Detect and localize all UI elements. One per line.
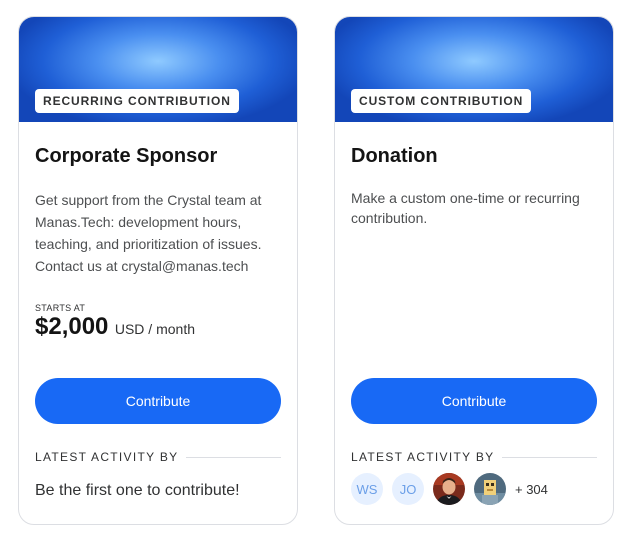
- latest-activity-header: LATEST ACTIVITY BY: [35, 450, 281, 464]
- tier-price: $2,000 USD / month: [35, 313, 195, 341]
- person-photo-icon: [433, 473, 465, 505]
- divider: [186, 456, 281, 458]
- pixel-avatar-icon: [474, 473, 506, 505]
- tier-title: Donation: [351, 145, 438, 167]
- tier-description: Get support from the Crystal team at Man…: [35, 192, 262, 274]
- empty-activity-message: Be the first one to contribute!: [35, 482, 240, 499]
- contributor-avatar-ws[interactable]: WS: [351, 473, 383, 505]
- tier-card-donation: CUSTOM CONTRIBUTION Donation Make a cust…: [334, 16, 614, 525]
- contribute-button[interactable]: Contribute: [351, 378, 597, 424]
- tier-description: Make a custom one-time or recurring cont…: [351, 190, 580, 226]
- tier-type-tag: RECURRING CONTRIBUTION: [35, 89, 239, 113]
- price-amount: $2,000: [35, 313, 109, 340]
- tier-title: Corporate Sponsor: [35, 145, 218, 167]
- contribute-button[interactable]: Contribute: [35, 378, 281, 424]
- latest-activity-label: LATEST ACTIVITY BY: [35, 450, 179, 464]
- contributor-avatars: WS JO + 304: [351, 473, 548, 505]
- tier-card-corporate-sponsor: RECURRING CONTRIBUTION Corporate Sponsor…: [18, 16, 298, 525]
- contributor-avatar-photo[interactable]: [433, 473, 465, 505]
- latest-activity-label: LATEST ACTIVITY BY: [351, 450, 495, 464]
- divider: [502, 456, 597, 458]
- starts-at-label: STARTS AT: [35, 303, 86, 313]
- tier-type-tag: CUSTOM CONTRIBUTION: [351, 89, 532, 113]
- contributor-avatar-pixel[interactable]: [474, 473, 506, 505]
- price-unit: USD / month: [114, 321, 195, 337]
- latest-activity-header: LATEST ACTIVITY BY: [351, 450, 597, 464]
- contributor-avatar-jo[interactable]: JO: [392, 473, 424, 505]
- more-contributors-count[interactable]: + 304: [515, 482, 548, 497]
